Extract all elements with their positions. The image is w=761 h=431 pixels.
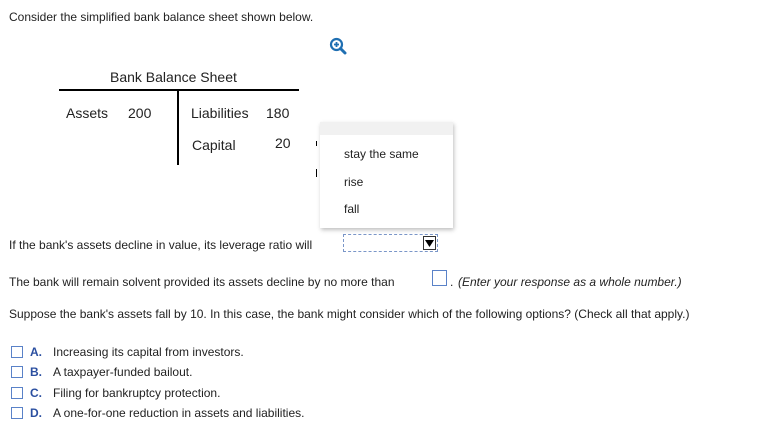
checkbox[interactable] [11,346,23,358]
choice-text: A taxpayer-funded bailout. [53,365,193,379]
option-rise[interactable]: rise [344,175,363,189]
capital-label: Capital [192,137,236,153]
choice-text: A one-for-one reduction in assets and li… [53,406,305,420]
capital-value: 20 [275,135,291,151]
menu-header-strip [320,122,453,135]
solvency-hint: (Enter your response as a whole number.) [458,275,682,289]
checkbox[interactable] [11,387,23,399]
liabilities-label: Liabilities [191,105,249,121]
choice-text: Filing for bankruptcy protection. [53,386,221,400]
checkbox[interactable] [11,407,23,419]
solvency-answer-input[interactable] [432,270,447,286]
dropdown-arrow-icon[interactable] [423,236,436,250]
checkbox[interactable] [11,366,23,378]
liabilities-value: 180 [266,105,290,121]
option-stay-the-same[interactable]: stay the same [344,147,419,161]
t-account-horizontal-line [59,89,299,91]
balance-sheet-title: Bank Balance Sheet [110,69,237,85]
assets-label: Assets [66,105,109,121]
assets-value: 200 [128,105,152,121]
options-question-text: Suppose the bank's assets fall by 10. In… [9,307,690,321]
choice-letter: A. [30,345,42,359]
leverage-question-text: If the bank's assets decline in value, i… [9,238,313,252]
menu-edge-mark [316,141,317,146]
solvency-question-text: The bank will remain solvent provided it… [9,275,395,289]
leverage-dropdown-menu: stay the same rise fall [320,122,453,228]
zoom-in-icon[interactable] [329,37,347,55]
choice-letter: B. [30,365,42,379]
option-fall[interactable]: fall [344,202,359,216]
choice-text: Increasing its capital from investors. [53,345,244,359]
choice-letter: D. [30,406,42,420]
solvency-period: . [450,275,454,289]
leverage-select[interactable] [343,234,438,252]
t-account-vertical-line [177,89,179,165]
intro-text: Consider the simplified bank balance she… [9,10,314,24]
choice-letter: C. [30,386,42,400]
menu-edge-mark [316,169,317,177]
